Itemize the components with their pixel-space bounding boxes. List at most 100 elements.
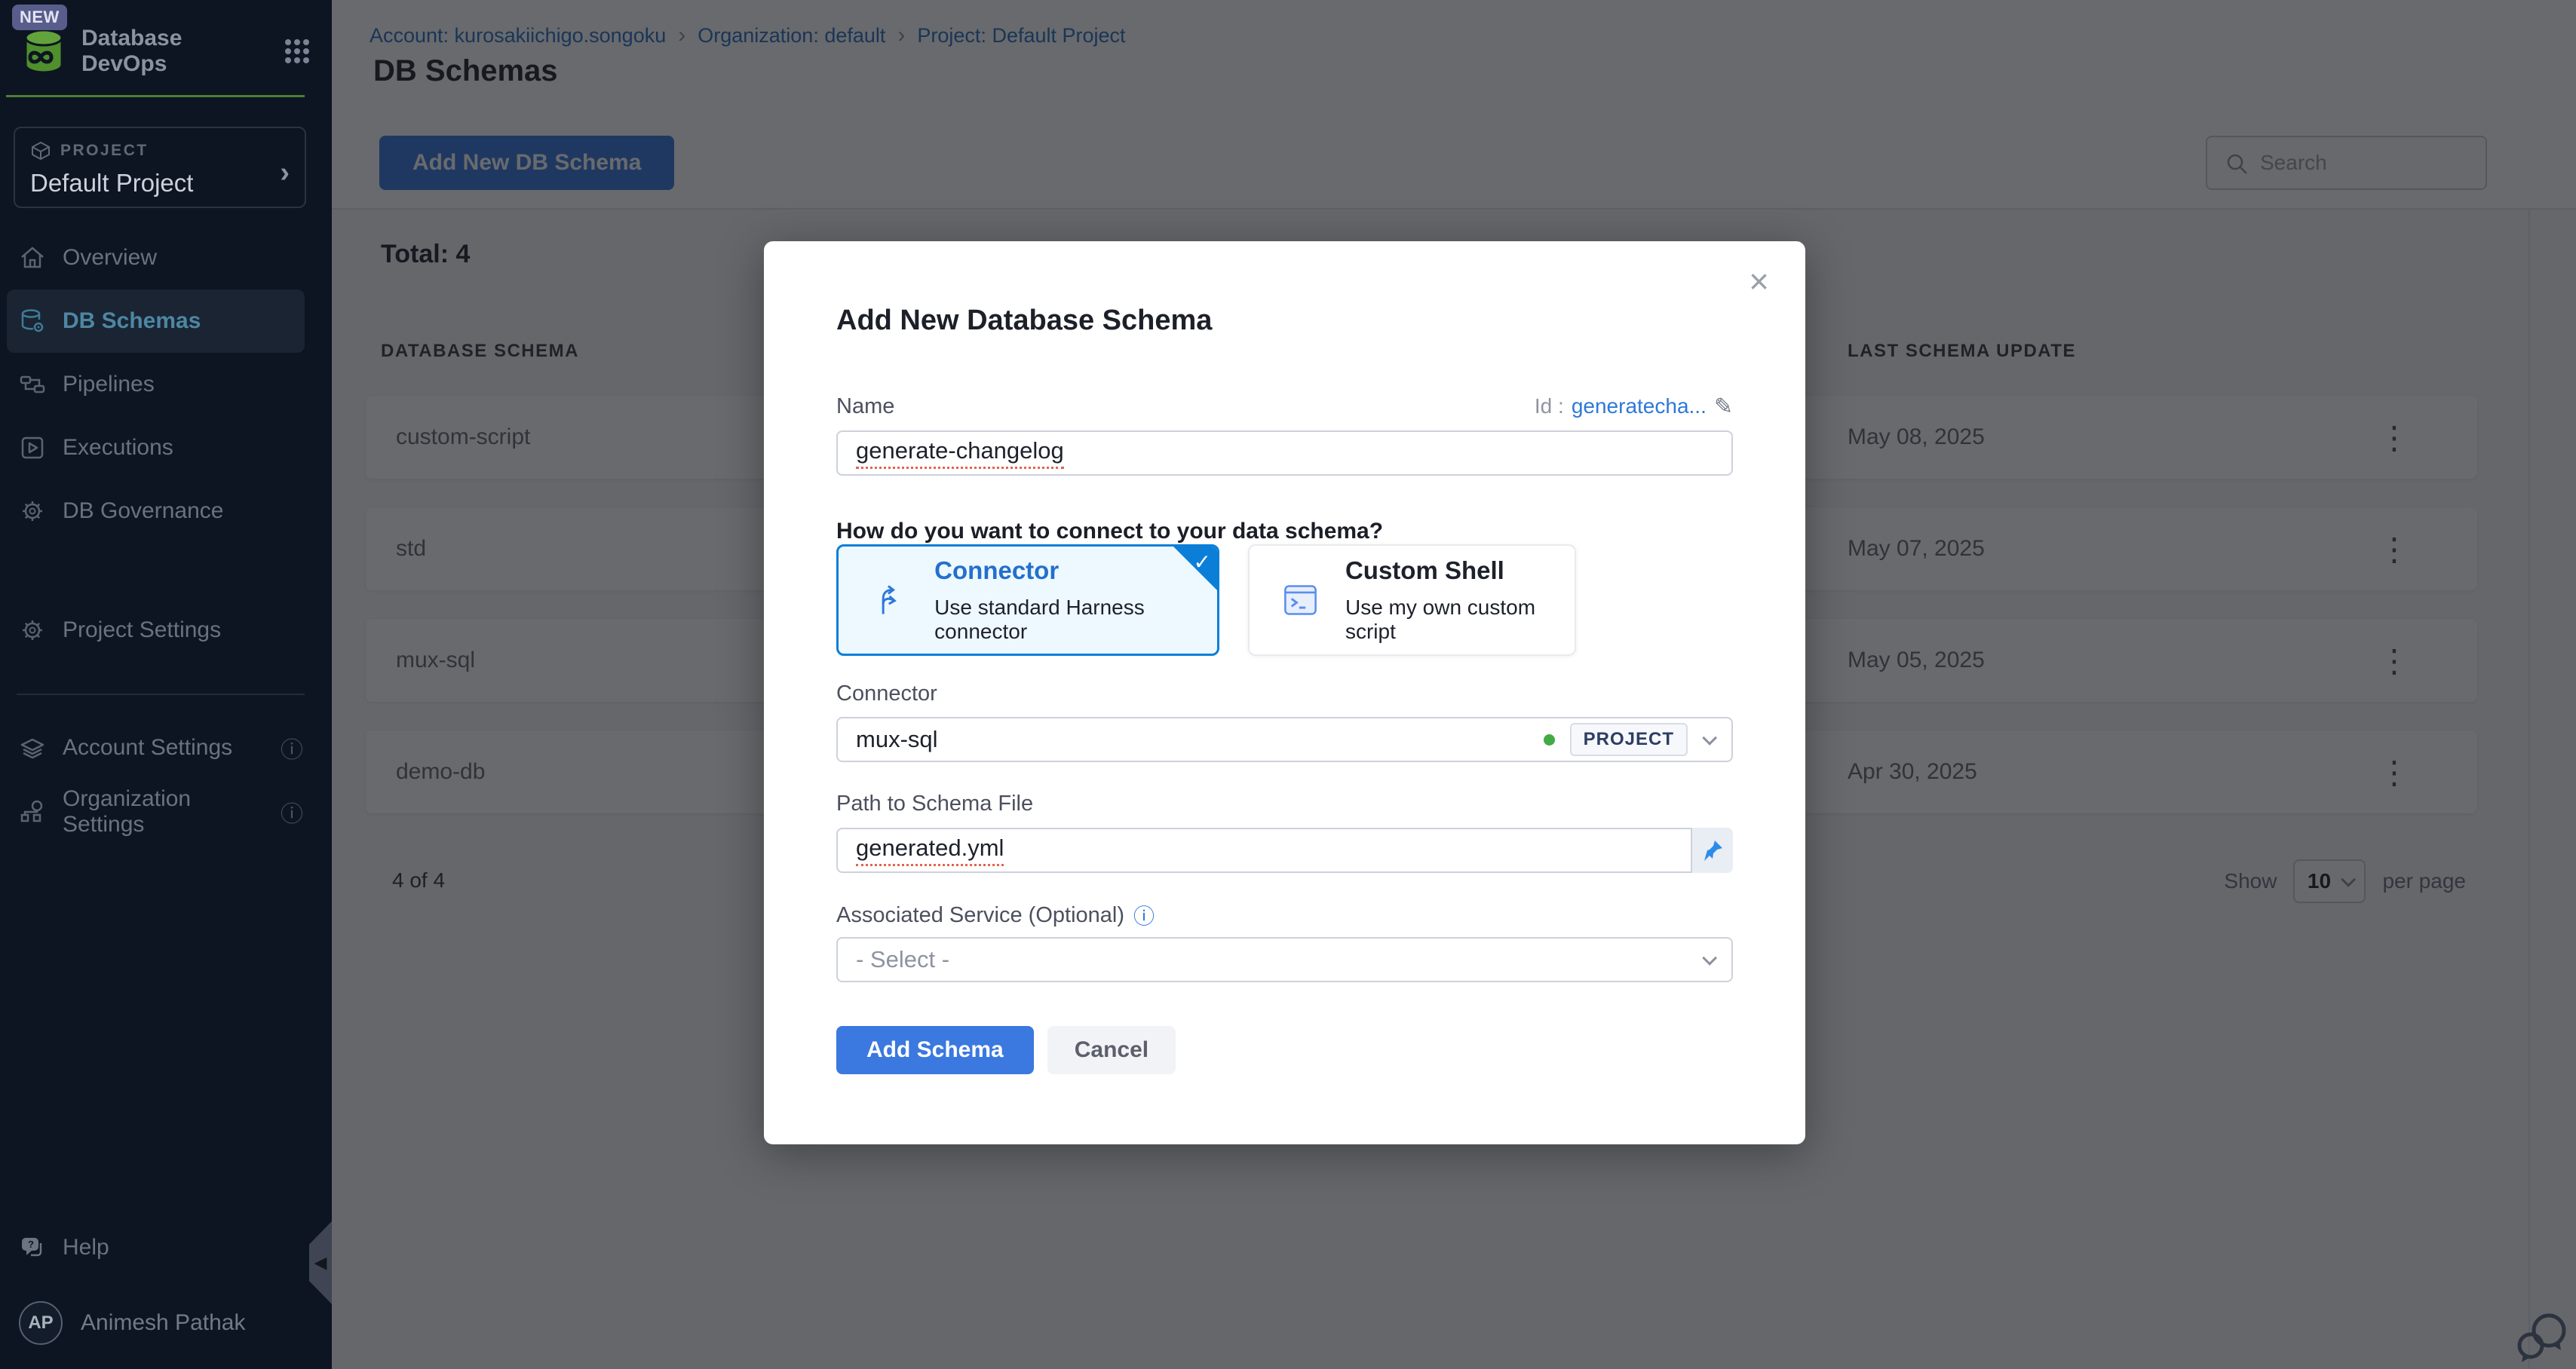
- connector-select[interactable]: mux-sql PROJECT: [836, 717, 1733, 762]
- search-box: [2206, 136, 2487, 190]
- id-group: Id : generatecha... ✎: [1535, 394, 1733, 420]
- app-root: NEW Database DevOps: [0, 0, 2576, 1369]
- breadcrumb-project-link[interactable]: Project: Default Project: [917, 24, 1125, 47]
- project-selector[interactable]: PROJECT Default Project ›: [14, 127, 306, 208]
- db-schema-icon: [19, 308, 46, 335]
- option-card-custom-shell[interactable]: Custom Shell Use my own custom script: [1248, 544, 1576, 656]
- info-icon[interactable]: ⓘ: [1133, 900, 1155, 930]
- sidebar-item-db-schemas[interactable]: DB Schemas: [7, 289, 305, 353]
- sidebar-item-overview[interactable]: Overview: [7, 226, 305, 289]
- row-menu-kebab-icon[interactable]: ⋮: [2372, 730, 2417, 813]
- schema-name: custom-script: [396, 396, 530, 479]
- option-title: Connector: [934, 556, 1194, 585]
- governance-gear-icon: [19, 498, 46, 525]
- schema-name-value: generate-changelog: [856, 437, 1064, 469]
- home-icon: [19, 244, 46, 271]
- executions-icon: [19, 434, 46, 461]
- sidebar-item-organization-settings[interactable]: Organization Settings ⓘ: [7, 780, 305, 844]
- schema-updated: May 05, 2025: [1848, 619, 1985, 702]
- sidebar-item-help[interactable]: ? Help: [7, 1216, 305, 1279]
- connection-options: ✓ Connector Use standard Harness connect…: [836, 544, 1733, 656]
- check-icon: ✓: [1194, 550, 1211, 574]
- path-value: generated.yml: [856, 835, 1004, 866]
- schema-name: mux-sql: [396, 619, 475, 702]
- cube-icon: [30, 140, 51, 161]
- name-label: Name: [836, 394, 894, 419]
- service-select[interactable]: - Select -: [836, 937, 1733, 982]
- schema-updated: May 07, 2025: [1848, 507, 1985, 590]
- column-header-schema: DATABASE SCHEMA: [381, 341, 579, 362]
- project-selector-label: PROJECT: [60, 142, 149, 160]
- edit-pencil-icon[interactable]: ✎: [1714, 394, 1733, 420]
- add-schema-modal: × Add New Database Schema Name Id : gene…: [764, 241, 1805, 1144]
- sidebar-item-label: Project Settings: [63, 617, 221, 643]
- terminal-icon: [1283, 579, 1318, 621]
- column-header-updated: LAST SCHEMA UPDATE: [1848, 341, 2076, 362]
- total-count: Total: 4: [381, 240, 470, 269]
- search-input[interactable]: [2207, 137, 2486, 188]
- page-title: DB Schemas: [373, 54, 558, 88]
- path-field: generated.yml: [836, 828, 1733, 873]
- breadcrumb-account-link[interactable]: Account: kurosakiichigo.songoku: [370, 24, 666, 47]
- sidebar-item-label: Organization Settings: [63, 786, 264, 838]
- sidebar-item-project-settings[interactable]: Project Settings: [7, 599, 305, 662]
- id-label: Id :: [1535, 394, 1564, 418]
- row-menu-kebab-icon[interactable]: ⋮: [2372, 619, 2417, 702]
- pagination-show-label: Show: [2224, 869, 2277, 893]
- connector-value: mux-sql: [856, 726, 938, 753]
- breadcrumb-org-link[interactable]: Organization: default: [698, 24, 885, 47]
- brand-divider: [6, 95, 305, 97]
- sidebar-nav: Overview DB Schemas Pipelines: [0, 226, 332, 543]
- pin-button[interactable]: [1691, 828, 1733, 873]
- sidebar-org-settings-wrap: Organization Settings ⓘ: [0, 780, 332, 844]
- chevron-down-icon: [1702, 730, 1717, 746]
- add-new-db-schema-button[interactable]: Add New DB Schema: [379, 136, 674, 190]
- layers-icon: [19, 734, 46, 761]
- option-title: Custom Shell: [1345, 556, 1552, 585]
- cancel-button[interactable]: Cancel: [1047, 1026, 1176, 1074]
- thumbtack-icon: [1701, 839, 1724, 862]
- support-chat-button[interactable]: [2516, 1311, 2570, 1367]
- sidebar-item-executions[interactable]: Executions: [7, 416, 305, 479]
- sidebar-item-label: DB Schemas: [63, 308, 201, 334]
- sidebar-item-label: Help: [63, 1235, 109, 1260]
- row-menu-kebab-icon[interactable]: ⋮: [2372, 396, 2417, 479]
- org-chart-icon: [19, 798, 46, 825]
- id-value-link[interactable]: generatecha...: [1572, 394, 1707, 418]
- status-dot: [1544, 734, 1555, 746]
- service-placeholder: - Select -: [856, 946, 949, 973]
- option-card-connector[interactable]: ✓ Connector Use standard Harness connect…: [836, 544, 1219, 656]
- service-label: Associated Service (Optional): [836, 903, 1124, 928]
- page-header: Account: kurosakiichigo.songoku › Organi…: [332, 0, 2576, 210]
- modal-actions: Add Schema Cancel: [836, 1026, 1733, 1074]
- pagination-range: 4 of 4: [392, 868, 445, 893]
- user-name: Animesh Pathak: [81, 1310, 245, 1336]
- user-menu[interactable]: AP Animesh Pathak: [19, 1301, 245, 1345]
- settings-gear-icon: [19, 617, 46, 644]
- chevron-down-icon: [1702, 951, 1717, 966]
- sidebar-account-settings-wrap: Account Settings ⓘ: [0, 716, 332, 779]
- add-schema-button[interactable]: Add Schema: [836, 1026, 1034, 1074]
- app-grid-icon[interactable]: [282, 36, 312, 66]
- path-input[interactable]: generated.yml: [836, 828, 1733, 873]
- sidebar-item-account-settings[interactable]: Account Settings ⓘ: [7, 716, 305, 779]
- sidebar-item-label: Account Settings: [63, 735, 232, 761]
- pipelines-icon: [19, 371, 46, 398]
- row-menu-kebab-icon[interactable]: ⋮: [2372, 507, 2417, 590]
- sidebar-item-label: Executions: [63, 435, 173, 461]
- collapse-arrow-icon: ◀: [314, 1253, 327, 1273]
- option-subtitle: Use standard Harness connector: [934, 596, 1194, 644]
- connect-question: How do you want to connect to your data …: [836, 519, 1733, 544]
- product-title: Database DevOps: [81, 26, 268, 77]
- schema-name: std: [396, 507, 426, 590]
- page-size-select[interactable]: 10: [2293, 859, 2366, 903]
- close-icon[interactable]: ×: [1749, 264, 1769, 299]
- pagination-per-page-label: per page: [2382, 869, 2466, 893]
- sidebar-item-pipelines[interactable]: Pipelines: [7, 353, 305, 416]
- scope-badge: PROJECT: [1570, 723, 1688, 756]
- chevron-right-icon: ›: [280, 157, 290, 189]
- sidebar-item-db-governance[interactable]: DB Governance: [7, 479, 305, 543]
- schema-name-input[interactable]: generate-changelog: [836, 430, 1733, 476]
- schema-updated: May 08, 2025: [1848, 396, 1985, 479]
- avatar: AP: [19, 1301, 63, 1345]
